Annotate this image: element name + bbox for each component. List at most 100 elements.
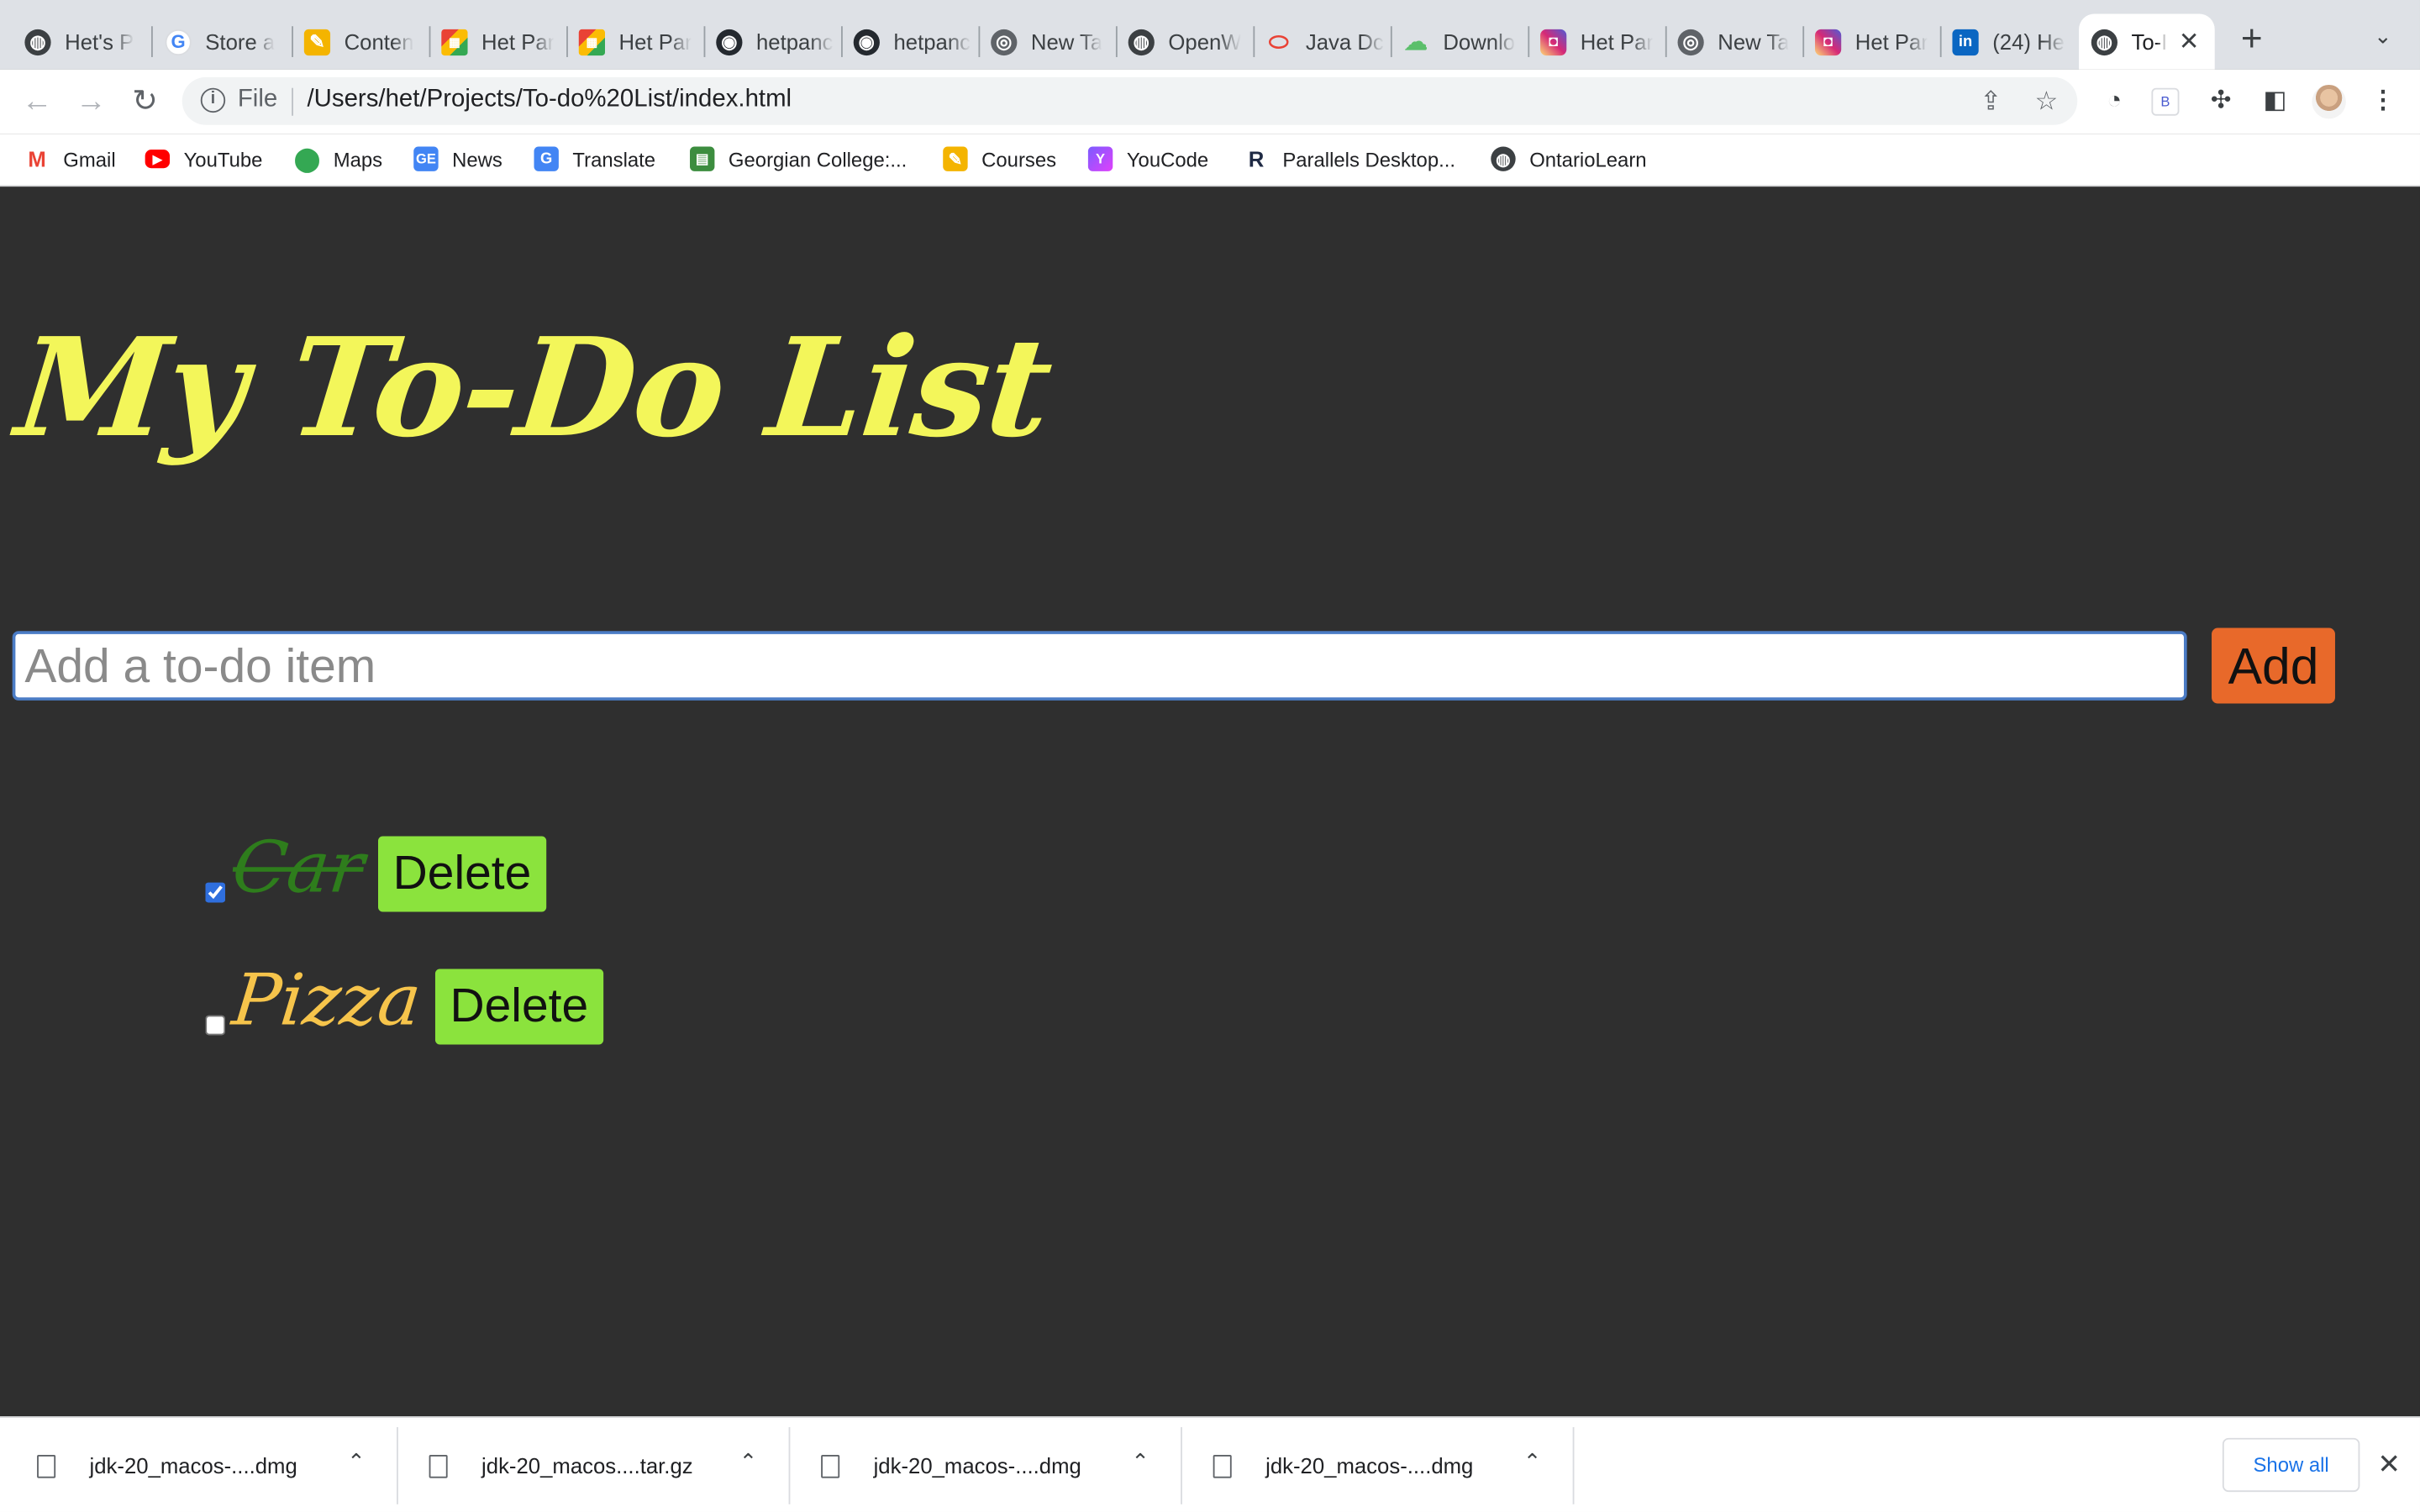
tab-10[interactable]: ☁ Downlo bbox=[1391, 14, 1523, 70]
file-icon bbox=[37, 1454, 56, 1478]
extension-b-icon[interactable]: B bbox=[2151, 87, 2180, 116]
download-filename: jdk-20_macos-....dmg bbox=[89, 1453, 297, 1478]
tab-13[interactable]: ◘ Het Par bbox=[1802, 14, 1935, 70]
oracle-icon: ⬭ bbox=[1268, 28, 1289, 55]
share-icon[interactable]: ⇪ bbox=[1975, 87, 2007, 118]
tab-search-chevron-icon[interactable]: ⌄ bbox=[2368, 24, 2399, 57]
bookmark-star-icon[interactable]: ☆ bbox=[2031, 87, 2062, 118]
tab-active[interactable]: ◍ To-I ✕ bbox=[2079, 13, 2215, 70]
chevron-up-icon[interactable]: ⌃ bbox=[739, 1449, 758, 1475]
tab-11[interactable]: ◘ Het Par bbox=[1528, 14, 1660, 70]
todo-page: My To-Do List Add Car Delete Pizza Delet… bbox=[0, 186, 2420, 1417]
news-icon: GE bbox=[413, 146, 439, 171]
download-item[interactable]: jdk-20_macos-....dmg bbox=[1213, 1418, 1474, 1512]
back-button[interactable]: ← bbox=[15, 81, 58, 124]
tab-8[interactable]: ◍ OpenW bbox=[1116, 14, 1249, 70]
profile-avatar[interactable] bbox=[2312, 85, 2346, 119]
globe-icon: ◍ bbox=[1491, 146, 1516, 171]
todo-input[interactable] bbox=[12, 631, 2187, 701]
tab-label: hetpanc bbox=[755, 29, 834, 55]
github-icon: ◉ bbox=[853, 28, 880, 55]
bookmark-label: Gmail bbox=[63, 147, 116, 171]
tab-label: Store a bbox=[205, 29, 276, 55]
globe-icon: ◍ bbox=[2091, 28, 2118, 55]
tab-3[interactable]: ▦ Het Par bbox=[429, 14, 562, 70]
bookmark-news[interactable]: GE News bbox=[413, 142, 502, 176]
new-tab-button[interactable]: + bbox=[2232, 21, 2272, 62]
bookmark-label: Parallels Desktop... bbox=[1282, 147, 1456, 171]
bookmark-youtube[interactable]: ▶ YouTube bbox=[145, 142, 263, 176]
address-bar[interactable]: i File /Users/het/Projects/To-do%20List/… bbox=[182, 76, 2078, 125]
tab-label: Het Par bbox=[481, 29, 555, 55]
tab-7[interactable]: ◎ New Ta bbox=[978, 14, 1111, 70]
bookmark-label: YouCode bbox=[1126, 147, 1209, 171]
download-item[interactable]: jdk-20_macos-....dmg bbox=[821, 1418, 1081, 1512]
info-icon[interactable]: i bbox=[200, 87, 226, 113]
todo-checkbox[interactable] bbox=[205, 881, 226, 902]
chevron-up-icon[interactable]: ⌃ bbox=[1523, 1449, 1542, 1475]
tab-label: Het Par bbox=[1854, 29, 1928, 55]
parallels-icon: R bbox=[1244, 146, 1269, 171]
download-item[interactable]: jdk-20_macos....tar.gz bbox=[429, 1418, 693, 1512]
tab-1[interactable]: G Store a bbox=[153, 14, 286, 70]
tab-label: OpenW bbox=[1168, 29, 1242, 55]
gmail-icon: M bbox=[24, 146, 50, 171]
bookmark-label: Georgian College:... bbox=[728, 147, 908, 171]
close-shelf-icon[interactable]: ✕ bbox=[2375, 1447, 2403, 1481]
todo-item-text: Pizza bbox=[229, 958, 425, 1042]
delete-button[interactable]: Delete bbox=[377, 835, 547, 911]
add-button[interactable]: Add bbox=[2212, 627, 2335, 704]
performance-icon[interactable]: ◔ bbox=[2097, 85, 2131, 118]
todo-checkbox[interactable] bbox=[205, 1014, 226, 1035]
tab-9[interactable]: ⬭ Java Dc bbox=[1253, 14, 1386, 70]
bookmark-gmail[interactable]: M Gmail bbox=[24, 142, 116, 176]
bookmark-maps[interactable]: ⬤ Maps bbox=[294, 142, 383, 176]
downloads-shelf: jdk-20_macos-....dmg ⌃ jdk-20_macos....t… bbox=[0, 1416, 2420, 1512]
close-tab-icon[interactable]: ✕ bbox=[2179, 26, 2200, 57]
linkedin-icon: in bbox=[1952, 28, 1979, 55]
georgian-college-icon: ▤ bbox=[690, 146, 715, 171]
youcode-icon: Y bbox=[1087, 146, 1113, 171]
tab-label: Java Dc bbox=[1305, 29, 1384, 55]
tab-0[interactable]: ◍ Het's P bbox=[13, 14, 145, 70]
tab-14[interactable]: in (24) He bbox=[1940, 14, 2073, 70]
url-text[interactable]: /Users/het/Projects/To-do%20List/index.h… bbox=[308, 87, 792, 114]
tab-4[interactable]: ▦ Het Par bbox=[566, 14, 699, 70]
forward-button[interactable]: → bbox=[70, 81, 113, 124]
bookmark-courses[interactable]: ✎ Courses bbox=[943, 142, 1056, 176]
tab-label: (24) He bbox=[1992, 29, 2065, 55]
tab-6[interactable]: ◉ hetpanc bbox=[841, 14, 974, 70]
delete-button[interactable]: Delete bbox=[434, 968, 604, 1044]
bookmark-parallels[interactable]: R Parallels Desktop... bbox=[1244, 142, 1455, 176]
scheme-label: File bbox=[237, 86, 278, 113]
file-icon bbox=[821, 1454, 840, 1478]
download-filename: jdk-20_macos-....dmg bbox=[1265, 1453, 1474, 1478]
download-item[interactable]: jdk-20_macos-....dmg bbox=[37, 1418, 297, 1512]
bookmark-ontariolearn[interactable]: ◍ OntarioLearn bbox=[1491, 142, 1647, 176]
extensions-puzzle-icon[interactable]: ✣ bbox=[2204, 85, 2238, 118]
bookmark-youcode[interactable]: Y YouCode bbox=[1087, 142, 1209, 176]
page-title: My To-Do List bbox=[10, 307, 1058, 468]
omnibox-divider bbox=[292, 87, 293, 116]
chevron-up-icon[interactable]: ⌃ bbox=[1131, 1449, 1150, 1475]
download-filename: jdk-20_macos....tar.gz bbox=[481, 1453, 693, 1478]
side-panel-icon[interactable]: ◧ bbox=[2258, 85, 2291, 118]
bookmarks-bar: M Gmail ▶ YouTube ⬤ Maps GE News G Trans… bbox=[0, 134, 2420, 187]
menu-kebab-icon[interactable]: ⋮ bbox=[2366, 85, 2400, 118]
bookmark-label: News bbox=[452, 147, 502, 171]
tab-2[interactable]: ✎ Conten bbox=[292, 14, 424, 70]
chevron-up-icon[interactable]: ⌃ bbox=[347, 1449, 366, 1475]
show-all-button[interactable]: Show all bbox=[2222, 1437, 2360, 1493]
tab-label: hetpanc bbox=[893, 29, 971, 55]
bookmark-label: Maps bbox=[333, 147, 383, 171]
tab-label: New Ta bbox=[1030, 29, 1103, 55]
bookmark-label: YouTube bbox=[183, 147, 263, 171]
tab-12[interactable]: ◎ New Ta bbox=[1665, 14, 1798, 70]
instagram-icon: ◘ bbox=[1540, 28, 1567, 55]
reload-button[interactable]: ↻ bbox=[124, 81, 166, 124]
tab-label: To-I bbox=[2131, 29, 2168, 55]
bookmark-translate[interactable]: G Translate bbox=[534, 142, 655, 176]
bookmark-georgian-college[interactable]: ▤ Georgian College:... bbox=[690, 142, 907, 176]
file-icon bbox=[1213, 1454, 1232, 1478]
tab-5[interactable]: ◉ hetpanc bbox=[704, 14, 837, 70]
